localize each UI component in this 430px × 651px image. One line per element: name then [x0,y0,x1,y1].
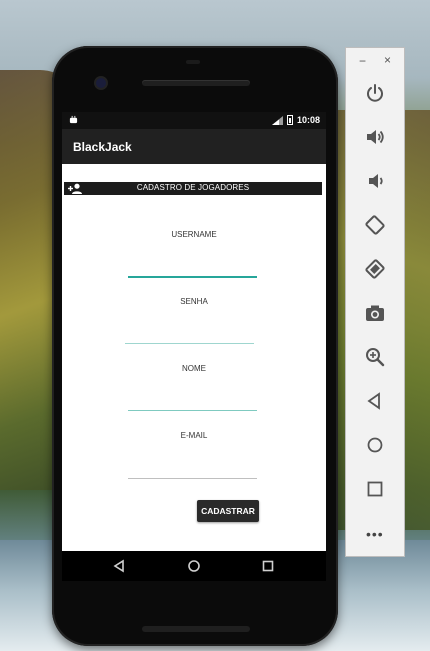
app-title: BlackJack [73,139,132,154]
username-label: USERNAME [171,230,217,239]
cadastrar-button[interactable]: CADASTRAR [197,500,259,522]
power-icon[interactable] [364,82,386,104]
overview-square-icon[interactable] [364,478,386,500]
back-icon[interactable] [112,559,126,573]
front-camera [96,78,106,88]
android-notification-icon [69,115,78,124]
senha-input[interactable] [125,343,254,344]
minimize-button[interactable]: − [359,54,366,68]
volume-down-icon[interactable] [364,170,386,192]
email-input[interactable] [128,478,257,479]
home-icon[interactable] [187,559,201,573]
status-indicators: 10:08 [271,115,320,125]
zoom-icon[interactable] [364,346,386,368]
overview-icon[interactable] [261,559,275,573]
rotate-right-icon[interactable] [364,258,386,280]
signal-icon [271,115,283,125]
senha-label: SENHA [180,297,208,306]
back-triangle-icon[interactable] [364,390,386,412]
device-screen: 10:08 BlackJack CADASTRO DE JOGADORES US… [62,112,326,551]
section-title: CADASTRO DE JOGADORES [136,183,250,192]
email-label: E-MAIL [180,431,208,440]
home-circle-icon[interactable] [364,434,386,456]
volume-up-icon[interactable] [364,126,386,148]
emulator-window-controls: − × [346,48,404,74]
status-bar: 10:08 [62,112,326,129]
battery-icon [286,115,293,125]
earpiece-speaker [142,80,250,86]
username-input[interactable] [128,276,257,278]
camera-icon[interactable] [364,302,386,324]
app-bar: BlackJack [62,129,326,164]
navigation-bar [62,551,326,581]
section-header: CADASTRO DE JOGADORES [64,182,322,195]
close-button[interactable]: × [384,53,391,67]
rotate-left-icon[interactable] [364,214,386,236]
status-time: 10:08 [296,115,320,125]
top-mic [186,60,200,64]
nome-input[interactable] [128,410,257,411]
bottom-speaker [142,626,250,632]
emulator-toolbar: − × ••• [345,47,405,557]
more-options-icon[interactable]: ••• [366,526,384,542]
nome-label: NOME [182,364,206,373]
